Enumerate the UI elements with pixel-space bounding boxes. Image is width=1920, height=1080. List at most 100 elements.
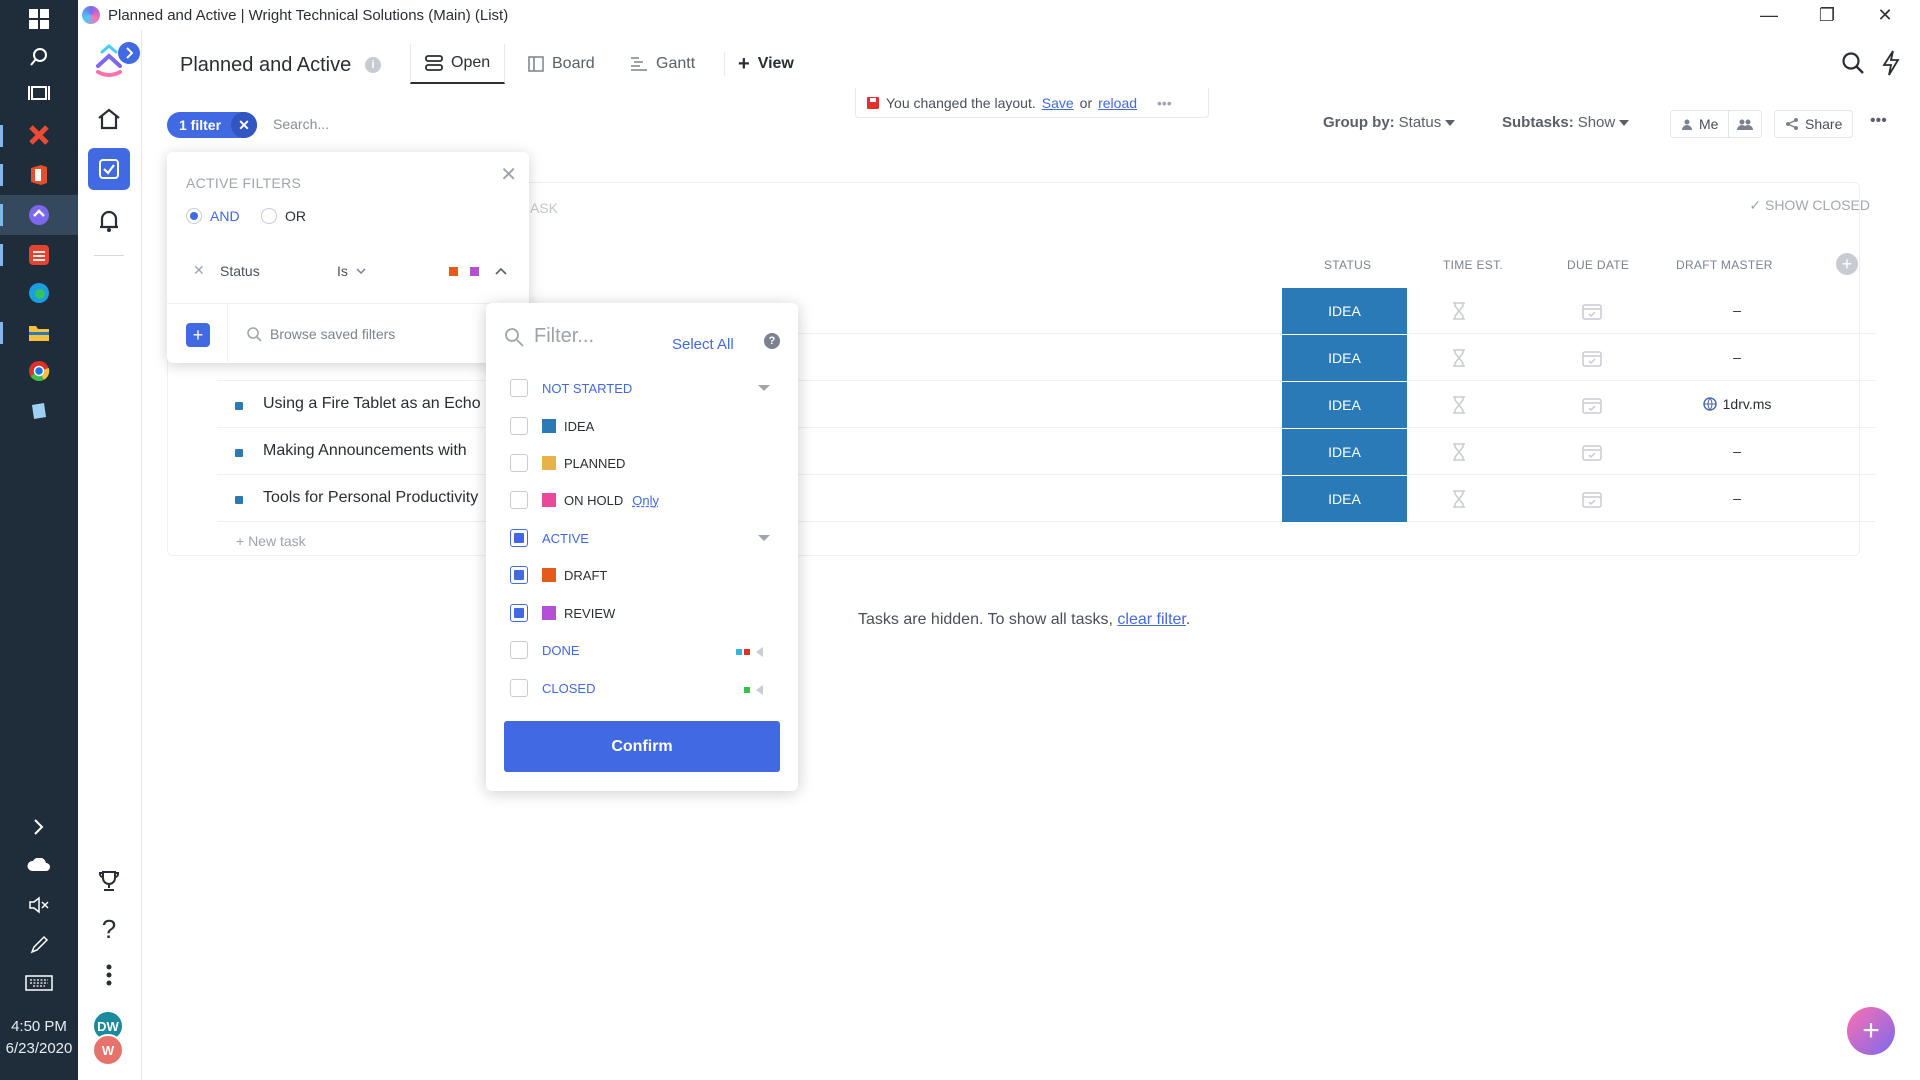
status-option-closed[interactable]: CLOSED [510, 676, 780, 700]
draft-master-link[interactable]: 1drv.ms [1672, 396, 1802, 412]
quick-create-button[interactable]: + [1847, 1007, 1895, 1055]
caret-left-icon[interactable] [756, 685, 764, 695]
search-icon[interactable] [24, 42, 54, 72]
status-option-draft[interactable]: DRAFT [510, 563, 780, 587]
expand-sidebar-button[interactable] [116, 40, 142, 66]
restore-button[interactable]: ❐ [1798, 0, 1856, 30]
tab-gantt[interactable]: Gantt [630, 44, 695, 84]
caret-left-icon[interactable] [756, 647, 764, 657]
table-row[interactable]: Making Announcements with IDEA – [217, 429, 1876, 475]
draft-master-value[interactable]: – [1672, 443, 1802, 459]
share-button[interactable]: Share [1774, 110, 1854, 138]
todoist-icon[interactable] [24, 240, 54, 270]
hourglass-icon[interactable] [1452, 302, 1466, 320]
column-header-draft-master[interactable]: DRAFT MASTER [1676, 258, 1773, 272]
task-view-icon[interactable] [24, 78, 54, 108]
chevron-up-icon[interactable] [495, 267, 507, 275]
help-icon[interactable]: ? [88, 908, 130, 950]
keyboard-icon[interactable] [24, 968, 54, 998]
edge-icon[interactable] [24, 278, 54, 308]
search-icon[interactable] [1838, 48, 1868, 78]
status-option-review[interactable]: REVIEW [510, 601, 780, 625]
home-icon[interactable] [88, 98, 130, 140]
column-header-time-estimate[interactable]: TIME EST. [1443, 258, 1503, 272]
hourglass-icon[interactable] [1452, 490, 1466, 508]
status-badge[interactable]: IDEA [1282, 476, 1407, 522]
confirm-button[interactable]: Confirm [504, 721, 780, 772]
hourglass-icon[interactable] [1452, 349, 1466, 367]
table-row[interactable]: Using a Fire Tablet as an Echo IDEA 1drv… [217, 382, 1876, 428]
more-options-icon[interactable]: ••• [1870, 112, 1887, 130]
clear-filter-icon[interactable]: ✕ [231, 112, 258, 138]
browse-saved-filters[interactable]: Browse saved filters [227, 304, 529, 364]
checkbox[interactable] [510, 417, 528, 435]
chevron-down-icon[interactable] [758, 535, 770, 541]
checkbox-checked[interactable] [510, 566, 528, 584]
clickup-icon[interactable] [24, 200, 54, 230]
lightning-icon[interactable] [1876, 48, 1906, 78]
checkbox[interactable] [510, 641, 528, 659]
clear-filter-link[interactable]: clear filter [1117, 611, 1185, 628]
task-name[interactable]: Using a Fire Tablet as an Echo [263, 395, 481, 413]
subtasks-dropdown[interactable]: Subtasks: Show [1502, 114, 1630, 131]
close-icon[interactable]: ✕ [500, 162, 517, 187]
draft-master-value[interactable]: – [1672, 302, 1802, 318]
tasks-icon[interactable] [88, 148, 130, 190]
status-option-active[interactable]: ACTIVE [510, 526, 780, 550]
new-task-button[interactable]: + New task [236, 533, 306, 549]
task-name[interactable]: Making Announcements with [263, 442, 467, 460]
status-search-input[interactable]: Filter... [504, 325, 594, 348]
status-option-on-hold[interactable]: ON HOLD Only [510, 488, 780, 512]
add-column-icon[interactable]: + [1836, 253, 1858, 275]
status-option-idea[interactable]: IDEA [510, 414, 780, 438]
save-layout-link[interactable]: Save [1042, 95, 1074, 111]
column-header-status[interactable]: STATUS [1324, 258, 1371, 272]
table-row[interactable]: Tools for Personal Productivity IDEA – [217, 476, 1876, 522]
pen-icon[interactable] [24, 930, 54, 960]
notes-icon[interactable] [24, 396, 54, 426]
status-badge[interactable]: IDEA [1282, 335, 1407, 381]
tab-list-open[interactable]: Open [410, 44, 506, 84]
search-input[interactable]: Search... [273, 116, 329, 132]
xmind-icon[interactable] [24, 120, 54, 150]
draft-master-value[interactable]: – [1672, 490, 1802, 506]
system-clock[interactable]: 4:50 PM 6/23/2020 [0, 1016, 78, 1060]
remove-condition-icon[interactable]: ✕ [193, 262, 205, 279]
status-option-not-started[interactable]: NOT STARTED [510, 376, 780, 400]
tab-board[interactable]: Board [528, 44, 595, 84]
notifications-bell-icon[interactable] [88, 200, 130, 242]
calendar-icon[interactable] [1582, 443, 1602, 461]
condition-field[interactable]: Status [220, 263, 260, 279]
onedrive-icon[interactable] [24, 850, 54, 880]
more-vertical-icon[interactable] [88, 954, 130, 996]
calendar-icon[interactable] [1582, 396, 1602, 414]
chrome-icon[interactable] [24, 356, 54, 386]
only-link[interactable]: Only [632, 493, 659, 508]
calendar-icon[interactable] [1582, 349, 1602, 367]
hourglass-icon[interactable] [1452, 443, 1466, 461]
file-explorer-icon[interactable] [24, 318, 54, 348]
checkbox-checked[interactable] [510, 604, 528, 622]
condition-operator-dropdown[interactable]: Is [337, 263, 366, 279]
add-view-button[interactable]: + View [738, 44, 794, 84]
office-icon[interactable] [24, 160, 54, 190]
minimize-button[interactable]: — [1740, 0, 1798, 30]
checkbox[interactable] [510, 379, 528, 397]
chevron-down-icon[interactable] [758, 385, 770, 391]
calendar-icon[interactable] [1582, 302, 1602, 320]
hourglass-icon[interactable] [1452, 396, 1466, 414]
calendar-icon[interactable] [1582, 490, 1602, 508]
status-option-done[interactable]: DONE [510, 638, 780, 662]
notice-more-icon[interactable]: ••• [1157, 95, 1172, 111]
show-closed-toggle[interactable]: ✓ SHOW CLOSED [1749, 197, 1870, 214]
checkbox[interactable] [510, 454, 528, 472]
reload-layout-link[interactable]: reload [1098, 95, 1137, 111]
and-radio[interactable]: AND [186, 208, 240, 224]
info-icon[interactable]: i [365, 57, 381, 73]
status-badge[interactable]: IDEA [1282, 288, 1407, 334]
avatar[interactable]: W [92, 1034, 124, 1066]
filter-button[interactable]: 1 filter ✕ [167, 112, 258, 138]
status-option-planned[interactable]: PLANNED [510, 451, 780, 475]
draft-master-value[interactable]: – [1672, 349, 1802, 365]
or-radio[interactable]: OR [261, 208, 306, 224]
